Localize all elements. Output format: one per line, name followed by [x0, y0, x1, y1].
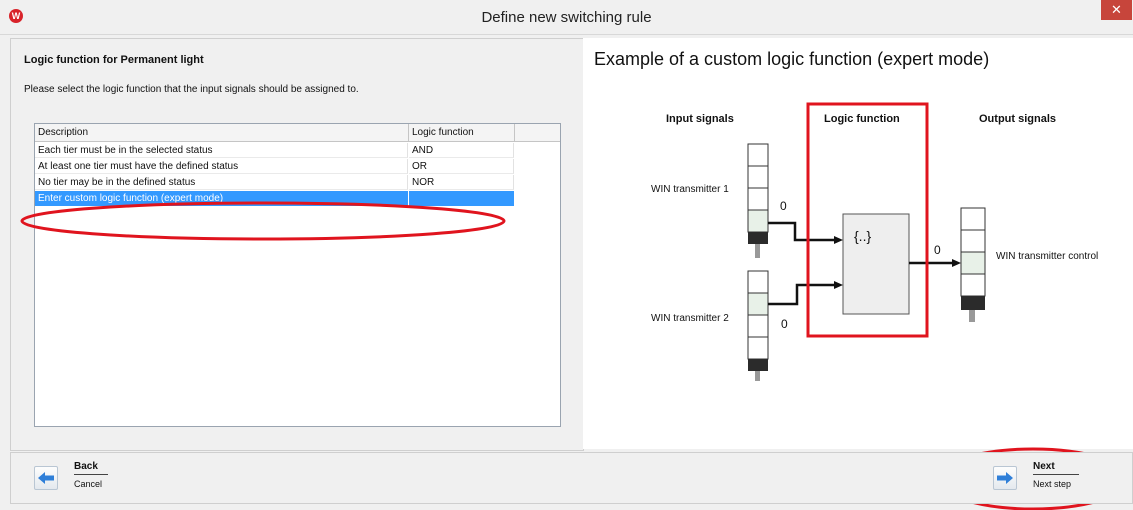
signal-tower-1	[747, 143, 769, 258]
next-separator	[1033, 474, 1079, 475]
signal-value-1: 0	[780, 199, 787, 213]
selection-highlight-ellipse	[20, 201, 506, 241]
arrowhead-input-2	[834, 281, 843, 289]
input-signals-header: Input signals	[666, 113, 734, 125]
signal-tower-2	[747, 270, 769, 381]
arrow-left-icon	[38, 472, 54, 484]
transmitter-control-label: WIN transmitter control	[996, 251, 1099, 262]
logic-diagram	[20, 102, 1131, 510]
output-signals-header: Output signals	[979, 113, 1056, 125]
transmitter-2-label: WIN transmitter 2	[651, 313, 729, 324]
next-sublabel: Next step	[1033, 479, 1072, 489]
logic-function-placeholder: {..}	[854, 228, 872, 244]
connector-input-2	[768, 283, 836, 306]
next-label[interactable]: Next	[1033, 461, 1055, 472]
navigation-bar	[10, 452, 1133, 504]
back-separator	[74, 474, 108, 475]
signal-tower-output	[960, 207, 986, 322]
connector-input-1	[768, 221, 836, 242]
arrow-right-icon	[997, 472, 1013, 484]
logic-function-header: Logic function	[824, 113, 900, 125]
back-label[interactable]: Back	[74, 461, 98, 472]
arrowhead-output	[952, 259, 961, 267]
signal-value-2: 0	[781, 317, 788, 331]
signal-value-output: 0	[934, 243, 941, 257]
next-button[interactable]	[993, 466, 1017, 490]
back-button[interactable]	[34, 466, 58, 490]
arrowhead-input-1	[834, 236, 843, 244]
back-sublabel: Cancel	[74, 479, 103, 489]
transmitter-1-label: WIN transmitter 1	[651, 184, 729, 195]
logic-function-block	[842, 213, 910, 315]
